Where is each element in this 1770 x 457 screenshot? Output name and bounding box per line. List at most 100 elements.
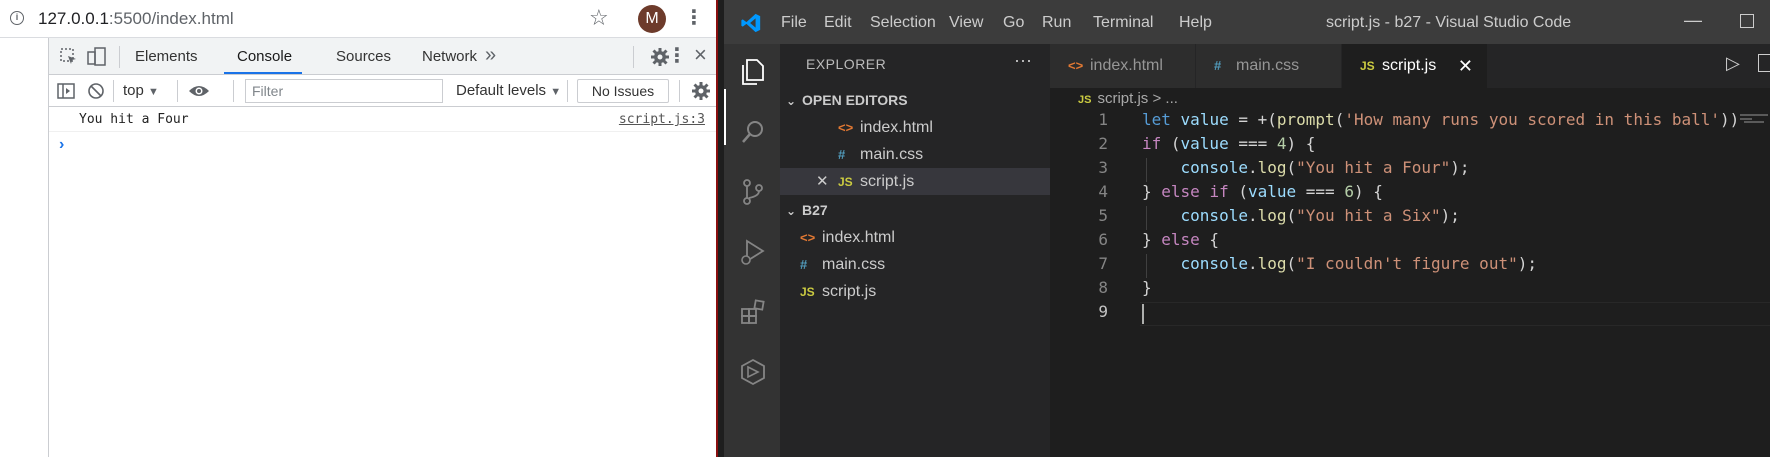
- inspect-element-icon[interactable]: [59, 47, 79, 67]
- folder-file-item[interactable]: <> index.html: [800, 224, 895, 251]
- maximize-icon[interactable]: [1740, 14, 1754, 28]
- run-debug-icon[interactable]: [738, 237, 768, 267]
- html-file-icon: <>: [838, 120, 854, 135]
- remote-explorer-icon[interactable]: [738, 357, 768, 387]
- devtools-tabbar: Elements Console Sources Network » ⋮ ×: [49, 38, 719, 75]
- source-control-icon[interactable]: [738, 177, 768, 207]
- js-file-icon: JS: [800, 285, 815, 299]
- window-title: script.js - b27 - Visual Studio Code: [1326, 14, 1572, 31]
- more-actions-icon[interactable]: ···: [1014, 50, 1032, 71]
- tab-index-html[interactable]: <> index.html: [1050, 44, 1196, 88]
- tab-script-js[interactable]: JS script.js ✕: [1342, 44, 1488, 88]
- menu-go[interactable]: Go: [1003, 14, 1024, 32]
- separator: [119, 46, 120, 68]
- tab-console[interactable]: Console: [237, 48, 292, 65]
- chevron-down-icon: ▼: [148, 86, 159, 98]
- info-icon[interactable]: i: [10, 11, 24, 25]
- close-tab-icon[interactable]: ✕: [1458, 44, 1473, 88]
- code-line: console.log("I couldn't figure out");: [1180, 254, 1537, 273]
- tab-elements[interactable]: Elements: [135, 48, 198, 65]
- open-editor-item-active[interactable]: JS script.js: [838, 168, 914, 195]
- issues-button[interactable]: No Issues: [577, 79, 669, 103]
- separator: [233, 80, 234, 102]
- code-line: console.log("You hit a Four");: [1180, 158, 1470, 177]
- css-file-icon: #: [1214, 58, 1222, 73]
- code-line: } else {: [1142, 230, 1220, 249]
- line-number: 1: [1098, 110, 1108, 129]
- browser-window: i 127.0.0.1:5500/index.html ☆ M ⋮ Elemen…: [0, 0, 719, 457]
- menu-run[interactable]: Run: [1042, 14, 1071, 32]
- console-prompt[interactable]: ›: [59, 136, 64, 154]
- search-icon[interactable]: [738, 117, 768, 147]
- explorer-title: EXPLORER: [806, 56, 887, 72]
- url-text[interactable]: 127.0.0.1:5500/index.html: [38, 9, 234, 29]
- bookmark-star-icon[interactable]: ☆: [589, 6, 609, 30]
- clear-console-icon[interactable]: [87, 82, 105, 100]
- menu-view[interactable]: View: [949, 14, 983, 32]
- open-editor-item[interactable]: # main.css: [838, 141, 923, 168]
- breadcrumb[interactable]: JS script.js > ...: [1078, 90, 1178, 107]
- console-source-link[interactable]: script.js:3: [619, 112, 705, 127]
- code-line: console.log("You hit a Six");: [1180, 206, 1460, 225]
- browser-menu-icon[interactable]: ⋮: [684, 5, 704, 31]
- folder-file-item[interactable]: # main.css: [800, 251, 885, 278]
- menu-file[interactable]: File: [781, 14, 807, 32]
- explorer-files-icon[interactable]: [738, 57, 768, 87]
- editor-tabs: <> index.html # main.css JS script.js ✕: [1050, 44, 1770, 88]
- minimap[interactable]: [1738, 112, 1770, 124]
- devtools-menu-icon[interactable]: ⋮: [667, 43, 687, 68]
- devtools-panel: Elements Console Sources Network » ⋮ × t…: [48, 38, 719, 457]
- js-file-icon: JS: [838, 175, 853, 189]
- more-tabs-icon[interactable]: »: [485, 44, 496, 67]
- menu-edit[interactable]: Edit: [824, 14, 852, 32]
- active-tab-indicator: [224, 72, 302, 74]
- file-name: main.css: [822, 256, 886, 273]
- separator: [113, 80, 114, 102]
- folder-header[interactable]: ⌄ B27: [786, 202, 828, 218]
- split-editor-icon[interactable]: [1758, 54, 1770, 72]
- console-message: You hit a Four: [79, 112, 189, 127]
- open-editors-label: OPEN EDITORS: [802, 92, 908, 108]
- levels-select[interactable]: Default levels ▼: [456, 82, 561, 99]
- line-number: 9: [1098, 302, 1108, 321]
- line-number: 5: [1098, 206, 1108, 225]
- close-devtools-icon[interactable]: ×: [694, 42, 707, 68]
- extensions-icon[interactable]: [738, 297, 768, 327]
- js-file-icon: JS: [1078, 94, 1092, 106]
- profile-avatar[interactable]: M: [638, 5, 666, 33]
- address-bar[interactable]: i 127.0.0.1:5500/index.html ☆ M ⋮: [0, 0, 718, 38]
- filter-input[interactable]: Filter: [245, 79, 443, 103]
- folder-file-item[interactable]: JS script.js: [800, 278, 876, 305]
- open-editors-header[interactable]: ⌄ OPEN EDITORS: [786, 92, 908, 108]
- open-editor-item[interactable]: <> index.html: [838, 114, 933, 141]
- console-settings-gear-icon[interactable]: [691, 81, 711, 101]
- js-file-icon: JS: [1360, 59, 1375, 73]
- activity-bar: [724, 44, 780, 457]
- menu-selection[interactable]: Selection: [870, 14, 936, 32]
- console-log-entry: You hit a Four script.js:3: [49, 108, 719, 132]
- line-number: 8: [1098, 278, 1108, 297]
- breadcrumb-rest: > ...: [1152, 90, 1178, 107]
- close-editor-icon[interactable]: ✕: [816, 172, 829, 190]
- minimize-icon[interactable]: —: [1684, 10, 1702, 31]
- menu-terminal[interactable]: Terminal: [1093, 14, 1153, 32]
- code-editor[interactable]: 1 2 3 4 5 6 7 8 9 let value = +(prompt('…: [1054, 110, 1770, 457]
- sidebar-toggle-icon[interactable]: [57, 82, 75, 100]
- run-file-icon[interactable]: ▷: [1726, 53, 1740, 74]
- code-line: } else if (value === 6) {: [1142, 182, 1383, 201]
- menu-help[interactable]: Help: [1179, 14, 1212, 32]
- html-file-icon: <>: [1068, 58, 1084, 73]
- tab-main-css[interactable]: # main.css: [1196, 44, 1342, 88]
- device-toolbar-icon[interactable]: [87, 47, 107, 67]
- chevron-down-icon: ⌄: [786, 94, 797, 108]
- text-cursor: [1142, 304, 1144, 324]
- live-expression-eye-icon[interactable]: [188, 83, 210, 99]
- tab-sources[interactable]: Sources: [336, 48, 391, 65]
- context-select[interactable]: top ▼: [123, 82, 159, 99]
- tab-network[interactable]: Network: [422, 48, 477, 65]
- screen: i 127.0.0.1:5500/index.html ☆ M ⋮ Elemen…: [0, 0, 1770, 457]
- line-number: 6: [1098, 230, 1108, 249]
- separator: [177, 80, 178, 102]
- current-line-highlight: [1140, 302, 1770, 326]
- title-bar: File Edit Selection View Go Run Terminal…: [724, 0, 1770, 44]
